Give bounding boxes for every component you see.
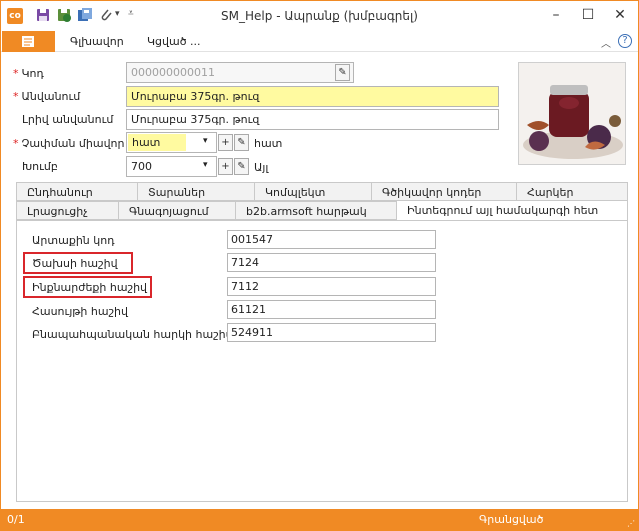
tab-general[interactable]: Ընդհանուր [16, 182, 138, 201]
unit-select-value: հատ [128, 134, 186, 151]
status-bar: 0/1 Գրանցված ⋰ [1, 509, 638, 531]
tab-integration[interactable]: Ինտեգրում այլ համակարգի հետ [396, 200, 628, 222]
document-icon [22, 36, 34, 47]
tab-b2b-platform[interactable]: b2b.armsoft հարթակ [235, 201, 397, 220]
external-code-field[interactable]: 001547 [227, 230, 436, 249]
tab-attachments[interactable]: Կցված ... [147, 35, 201, 48]
unit-suffix: հատ [254, 137, 283, 150]
chevron-down-icon[interactable]: ▾ [203, 136, 208, 146]
edit-unit-button[interactable]: ✎ [234, 134, 249, 151]
group-label: Խումբ [22, 160, 58, 173]
edit-group-button[interactable]: ✎ [234, 158, 249, 175]
external-code-label: Արտաքին կոդ [32, 234, 115, 247]
tab-taxes[interactable]: Հարկեր [516, 182, 628, 201]
product-image[interactable] [518, 62, 626, 165]
eco-tax-account-field[interactable]: 524911 [227, 323, 436, 342]
code-edit-button[interactable]: ✎ [335, 64, 350, 81]
tab-containers[interactable]: Տարաներ [137, 182, 255, 201]
minimize-button[interactable]: – [545, 5, 567, 25]
name-label: * Անվանում [13, 90, 81, 103]
product-photo [519, 63, 625, 164]
chevron-down-icon[interactable]: ▾ [203, 160, 208, 170]
tab-home[interactable]: Գլխավոր [70, 35, 124, 48]
revenue-account-field[interactable]: 61121 [227, 300, 436, 319]
close-button[interactable]: ✕ [609, 5, 631, 25]
eco-tax-account-label: Բնապահպանական հարկի հաշիվ [32, 328, 233, 341]
expense-account-field[interactable]: 7124 [227, 253, 436, 272]
record-counter: 0/1 [7, 513, 25, 526]
cost-account-field[interactable]: 7112 [227, 277, 436, 296]
expense-account-highlight [23, 252, 133, 274]
file-menu-button[interactable] [2, 31, 55, 52]
unit-select[interactable]: հատ ▾ [126, 132, 217, 153]
unit-label: * Չափման միավոր [13, 137, 125, 150]
name-field[interactable]: Մուրաբա 375գր. թուզ [126, 86, 499, 107]
revenue-account-label: Հասույթի հաշիվ [32, 305, 129, 318]
tab-additional[interactable]: Լրացուցիչ [16, 201, 119, 220]
add-unit-button[interactable]: + [218, 134, 233, 151]
add-group-button[interactable]: + [218, 158, 233, 175]
cost-account-highlight [23, 276, 152, 298]
tab-barcodes[interactable]: Գծիկավոր կոդեր [371, 182, 517, 201]
maximize-button[interactable]: ☐ [577, 5, 599, 25]
window-title: SM_Help - Ապրանք (խմբագրել) [221, 9, 418, 23]
title-bar: co ▾ ⩡ SM_Help - Ապրանք (խմբագրել) – ☐ ✕ [1, 1, 638, 31]
help-icon[interactable]: ? [618, 34, 632, 48]
tab-bundle[interactable]: Կոմպլեկտ [254, 182, 372, 201]
application-window: co ▾ ⩡ SM_Help - Ապրանք (խմբագրել) – ☐ ✕… [0, 0, 639, 531]
resize-grip-icon[interactable]: ⋰ [627, 519, 635, 528]
collapse-ribbon-icon[interactable]: ︿ [601, 35, 611, 50]
code-field[interactable]: 000000000011 [126, 62, 354, 83]
code-label: * Կոդ [13, 67, 44, 80]
group-suffix: Այլ [254, 161, 269, 174]
record-status: Գրանցված [479, 513, 544, 526]
fullname-label: Լրիվ անվանում [22, 113, 114, 126]
group-select[interactable]: 700 ▾ [126, 156, 217, 177]
fullname-field[interactable]: Մուրաբա 375գր. թուզ [126, 109, 499, 130]
ribbon-bar: Գլխավոր Կցված ... ︿ ? [1, 31, 638, 52]
tab-pricing[interactable]: Գնագոյացում [118, 201, 236, 220]
